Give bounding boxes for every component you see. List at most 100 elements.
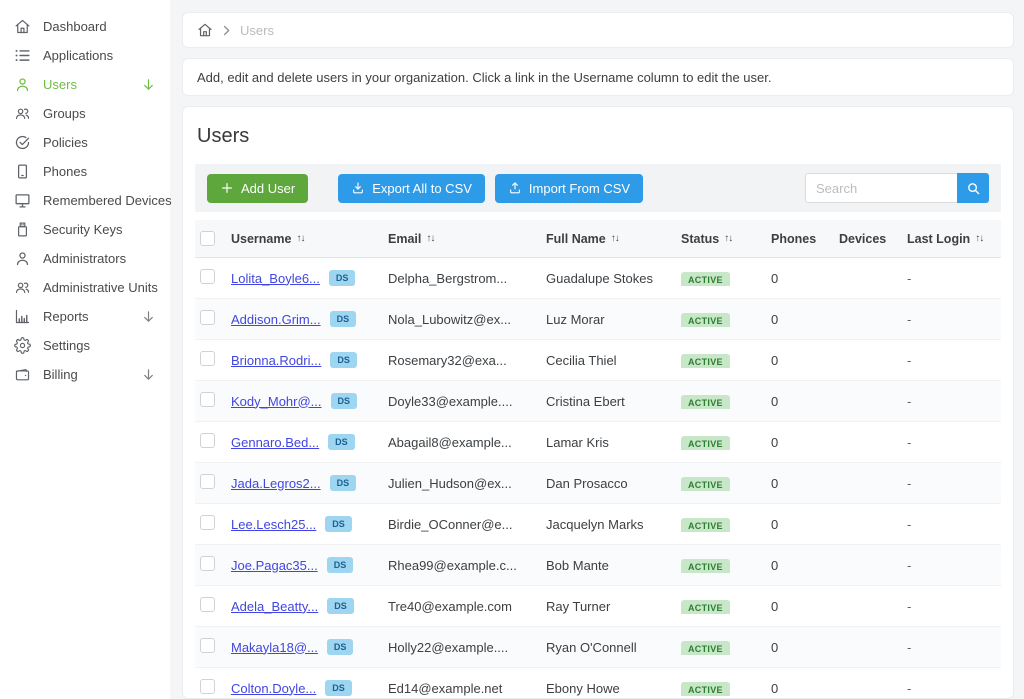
search-input[interactable]: [805, 173, 957, 203]
sidebar-item-billing[interactable]: Billing: [0, 360, 170, 389]
chevron-down-icon[interactable]: [141, 309, 156, 324]
search-button[interactable]: [957, 173, 989, 203]
phones-cell: 0: [771, 558, 839, 573]
ds-badge: DS: [330, 352, 357, 368]
email-cell: Ed14@example.net: [388, 681, 546, 696]
last-login-cell: -: [907, 640, 1001, 655]
row-checkbox[interactable]: [200, 310, 215, 325]
sort-icon[interactable]: ↑↓: [296, 233, 304, 244]
row-checkbox[interactable]: [200, 392, 215, 407]
table-row: Kody_Mohr@...DSDoyle33@example....Cristi…: [195, 381, 1001, 422]
import-csv-button[interactable]: Import From CSV: [495, 174, 643, 203]
status-badge: ACTIVE: [681, 559, 730, 573]
status-cell: ACTIVE: [681, 435, 771, 450]
phones-cell: 0: [771, 476, 839, 491]
ds-badge: DS: [330, 475, 357, 491]
last-login-cell: -: [907, 435, 1001, 450]
sidebar-item-label: Dashboard: [43, 19, 156, 34]
sidebar-item-label: Reports: [43, 309, 141, 324]
status-badge: ACTIVE: [681, 436, 730, 450]
username-link[interactable]: Gennaro.Bed...: [231, 435, 319, 450]
chevron-down-icon[interactable]: [141, 77, 156, 92]
ds-badge: DS: [328, 434, 355, 450]
status-badge: ACTIVE: [681, 518, 730, 532]
username-link[interactable]: Brionna.Rodri...: [231, 353, 321, 368]
search-group: [805, 173, 989, 203]
username-link[interactable]: Lolita_Boyle6...: [231, 271, 320, 286]
username-link[interactable]: Kody_Mohr@...: [231, 394, 322, 409]
last-login-cell: -: [907, 312, 1001, 327]
username-link[interactable]: Addison.Grim...: [231, 312, 321, 327]
sidebar-item-administrative-units[interactable]: Administrative Units: [0, 273, 170, 302]
upload-icon: [508, 181, 522, 195]
sidebar-item-groups[interactable]: Groups: [0, 99, 170, 128]
sidebar-item-label: Settings: [43, 338, 156, 353]
row-checkbox[interactable]: [200, 269, 215, 284]
username-link[interactable]: Makayla18@...: [231, 640, 318, 655]
sidebar-item-settings[interactable]: Settings: [0, 331, 170, 360]
ds-badge: DS: [327, 557, 354, 573]
sidebar-item-policies[interactable]: Policies: [0, 128, 170, 157]
row-checkbox[interactable]: [200, 556, 215, 571]
row-checkbox[interactable]: [200, 515, 215, 530]
phones-cell: 0: [771, 599, 839, 614]
download-icon: [351, 181, 365, 195]
row-checkbox[interactable]: [200, 638, 215, 653]
sidebar-item-phones[interactable]: Phones: [0, 157, 170, 186]
row-checkbox[interactable]: [200, 679, 215, 694]
page-title: Users: [197, 125, 999, 148]
plus-icon: [220, 181, 234, 195]
phones-cell: 0: [771, 435, 839, 450]
username-link[interactable]: Joe.Pagac35...: [231, 558, 318, 573]
username-link[interactable]: Adela_Beatty...: [231, 599, 318, 614]
sidebar-item-security-keys[interactable]: Security Keys: [0, 215, 170, 244]
status-badge: ACTIVE: [681, 354, 730, 368]
search-icon: [966, 181, 981, 196]
last-login-cell: -: [907, 599, 1001, 614]
status-badge: ACTIVE: [681, 313, 730, 327]
row-checkbox[interactable]: [200, 474, 215, 489]
row-checkbox[interactable]: [200, 433, 215, 448]
chart-icon: [14, 308, 31, 325]
status-cell: ACTIVE: [681, 517, 771, 532]
sidebar-item-dashboard[interactable]: Dashboard: [0, 12, 170, 41]
table-row: Joe.Pagac35...DSRhea99@example.c...Bob M…: [195, 545, 1001, 586]
full-name-cell: Lamar Kris: [546, 435, 681, 450]
sort-icon[interactable]: ↑↓: [426, 233, 434, 244]
table-row: Addison.Grim...DSNola_Lubowitz@ex...Luz …: [195, 299, 1001, 340]
status-badge: ACTIVE: [681, 272, 730, 286]
column-header-last-login[interactable]: Last Login↑↓: [907, 232, 1001, 246]
row-checkbox[interactable]: [200, 351, 215, 366]
column-header-email[interactable]: Email↑↓: [388, 232, 546, 246]
ds-badge: DS: [325, 680, 352, 696]
sort-icon[interactable]: ↑↓: [724, 233, 732, 244]
sort-icon[interactable]: ↑↓: [975, 233, 983, 244]
user-icon: [14, 76, 31, 93]
last-login-cell: -: [907, 394, 1001, 409]
export-csv-button[interactable]: Export All to CSV: [338, 174, 485, 203]
status-cell: ACTIVE: [681, 353, 771, 368]
sidebar-item-reports[interactable]: Reports: [0, 302, 170, 331]
table-row: Makayla18@...DSHolly22@example....Ryan O…: [195, 627, 1001, 668]
sidebar-item-remembered-devices[interactable]: Remembered Devices: [0, 186, 170, 215]
status-cell: ACTIVE: [681, 640, 771, 655]
sidebar-item-label: Phones: [43, 164, 156, 179]
add-user-button[interactable]: Add User: [207, 174, 308, 203]
row-checkbox[interactable]: [200, 597, 215, 612]
username-link[interactable]: Jada.Legros2...: [231, 476, 321, 491]
email-cell: Doyle33@example....: [388, 394, 546, 409]
select-all-checkbox[interactable]: [200, 231, 215, 246]
sidebar-item-users[interactable]: Users: [0, 70, 170, 99]
sidebar-item-applications[interactable]: Applications: [0, 41, 170, 70]
chevron-down-icon[interactable]: [141, 367, 156, 382]
sidebar-item-administrators[interactable]: Administrators: [0, 244, 170, 273]
sort-icon[interactable]: ↑↓: [611, 233, 619, 244]
username-link[interactable]: Lee.Lesch25...: [231, 517, 316, 532]
home-icon[interactable]: [197, 22, 213, 38]
column-header-username[interactable]: Username↑↓: [231, 232, 388, 246]
column-header-status[interactable]: Status↑↓: [681, 232, 771, 246]
username-link[interactable]: Colton.Doyle...: [231, 681, 316, 696]
ds-badge: DS: [331, 393, 358, 409]
column-header-full-name[interactable]: Full Name↑↓: [546, 232, 681, 246]
page-description: Add, edit and delete users in your organ…: [182, 58, 1014, 96]
